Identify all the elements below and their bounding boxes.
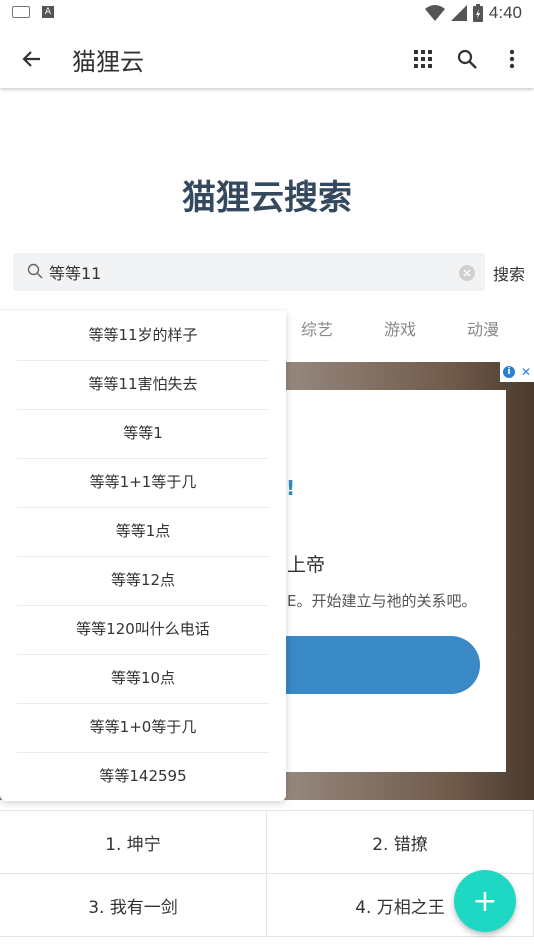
suggestion-item[interactable]: 等等142595 — [17, 752, 269, 801]
keyboard-icon — [12, 6, 30, 18]
search-input[interactable] — [49, 258, 439, 286]
suggestion-item[interactable]: 等等1 — [17, 409, 269, 459]
search-icon — [457, 49, 477, 69]
status-left-icons: A — [12, 6, 54, 18]
suggestion-item[interactable]: 等等10点 — [17, 654, 269, 704]
status-right-icons: 4:40 — [424, 3, 522, 23]
app-title: 猫狸云 — [72, 48, 144, 76]
ad-description: E。开始建立与祂的关系吧。 — [287, 592, 477, 610]
suggestion-item[interactable]: 等等1+0等于几 — [17, 703, 269, 753]
suggestion-item[interactable]: 等等11岁的样子 — [17, 311, 269, 361]
grid-menu-button[interactable] — [408, 44, 438, 74]
signal-icon — [450, 5, 467, 21]
search-box — [13, 253, 485, 291]
ad-cta-button[interactable] — [258, 636, 480, 694]
search-input-icon — [27, 263, 43, 279]
ad-choices[interactable]: i ✕ — [500, 362, 534, 382]
app-bar: 猫狸云 — [0, 28, 534, 88]
a-icon: A — [42, 6, 54, 18]
status-bar: A 4:40 — [0, 0, 534, 28]
wifi-icon — [424, 5, 445, 21]
suggestion-item[interactable]: 等等12点 — [17, 556, 269, 606]
tab-variety[interactable]: 综艺 — [301, 316, 333, 340]
suggestion-dropdown: 等等11岁的样子 等等11害怕失去 等等1 等等1+1等于几 等等1点 等等12… — [0, 311, 286, 801]
battery-icon — [472, 4, 483, 22]
status-time: 4:40 — [488, 3, 522, 22]
arrow-back-icon — [22, 51, 40, 67]
tab-anime[interactable]: 动漫 — [467, 316, 499, 340]
search-submit-button[interactable]: 搜索 — [493, 261, 525, 285]
more-menu-button[interactable] — [497, 44, 527, 74]
suggestion-item[interactable]: 等等120叫什么电话 — [17, 605, 269, 655]
ranking-item[interactable]: 2. 错撩 — [267, 811, 534, 874]
ad-mark: ! — [286, 476, 296, 500]
ad-title: 上帝 — [287, 554, 326, 576]
grid-icon — [414, 50, 432, 68]
add-fab-button[interactable]: + — [454, 870, 516, 932]
ranking-grid: 1. 坤宁 2. 错撩 3. 我有一剑 4. 万相之王 — [0, 810, 534, 951]
suggestion-item[interactable]: 等等11害怕失去 — [17, 360, 269, 410]
ad-info-icon[interactable]: i — [502, 366, 515, 378]
suggestion-item[interactable]: 等等1点 — [17, 507, 269, 557]
search-button[interactable] — [452, 44, 482, 74]
suggestion-item[interactable]: 等等1+1等于几 — [17, 458, 269, 508]
ranking-item[interactable]: 3. 我有一剑 — [0, 874, 267, 937]
ad-card — [250, 390, 506, 772]
tab-games[interactable]: 游戏 — [384, 316, 416, 340]
clear-search-button[interactable] — [459, 265, 475, 281]
ad-close-icon[interactable]: ✕ — [521, 365, 531, 379]
more-vert-icon — [509, 49, 515, 69]
clear-icon — [463, 269, 471, 277]
ranking-item[interactable]: 1. 坤宁 — [0, 811, 267, 874]
back-button[interactable] — [16, 44, 46, 74]
page-heading: 猫狸云搜索 — [182, 178, 352, 218]
